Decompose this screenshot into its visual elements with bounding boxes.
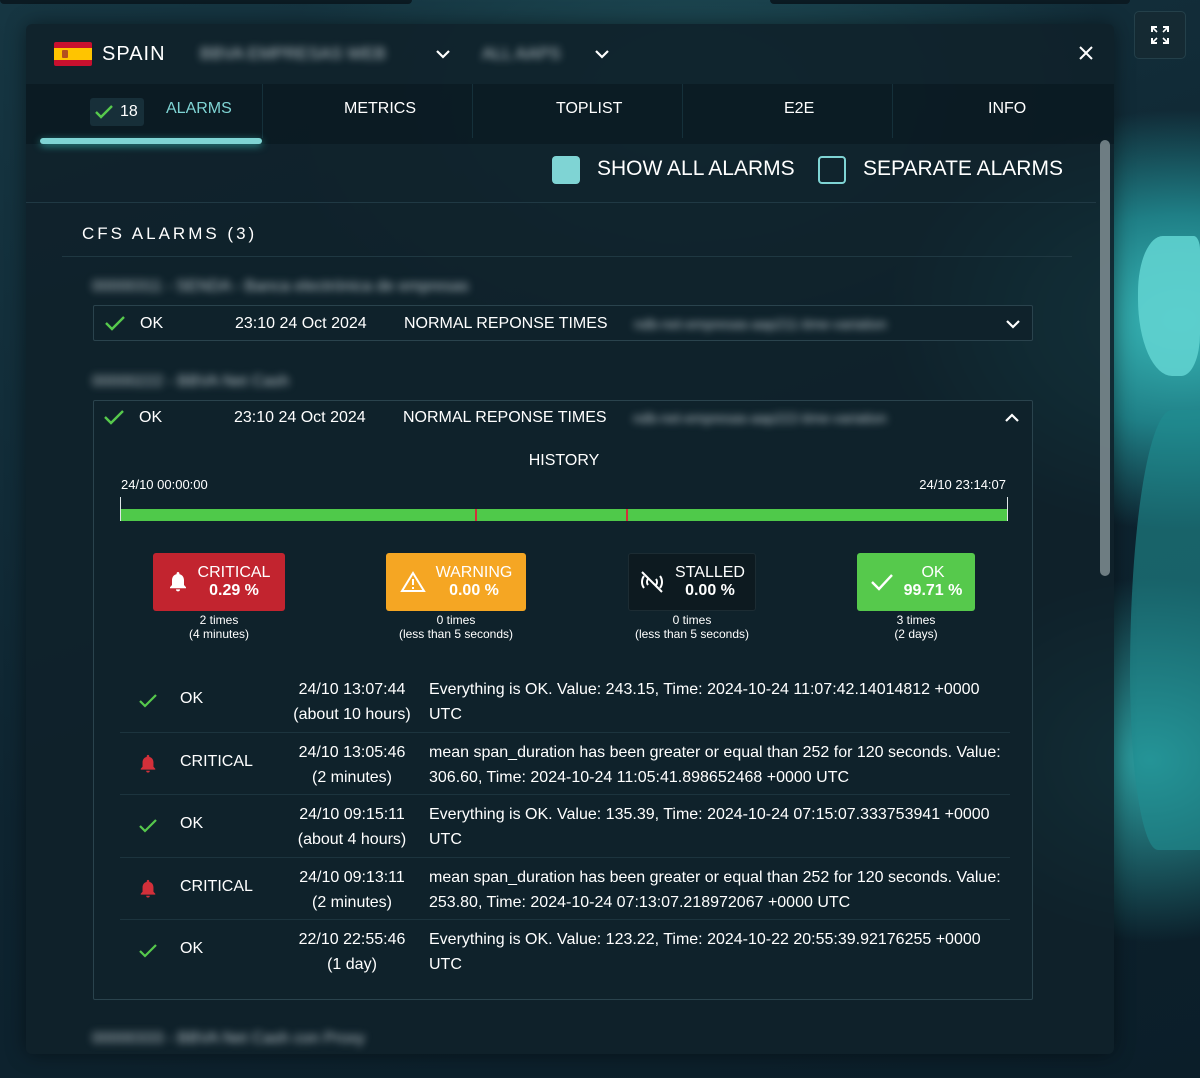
alarm-name: NORMAL REPONSE TIMES xyxy=(404,315,608,332)
app-selector[interactable]: ALL AAPS xyxy=(482,44,561,64)
group-name: 00000333 - BBVA Net Cash con Proxy xyxy=(92,1030,365,1047)
bell-icon xyxy=(140,879,156,898)
separate-alarms-label: SEPARATE ALARMS xyxy=(863,157,1063,180)
stat-warning: WARNING 0.00 % 0 times (less than 5 second… xyxy=(386,553,526,641)
warning-icon xyxy=(399,571,426,592)
stat-critical: CRITICAL 0.29 % 2 times (4 minutes) xyxy=(153,553,285,641)
alarm-row[interactable]: OK 23:10 24 Oct 2024 NORMAL REPONSE TIME… xyxy=(93,305,1033,341)
stat-ok: OK 99.71 % 3 times (2 days) xyxy=(857,553,975,641)
fullscreen-button[interactable] xyxy=(1135,12,1185,58)
tab-alarms[interactable]: ALARMS xyxy=(166,100,232,118)
chevron-down-icon[interactable] xyxy=(433,44,453,64)
expanded-alarm-panel: OK 23:10 24 Oct 2024 NORMAL REPONSE TIME… xyxy=(93,400,1033,1000)
alarms-modal: SPAIN BBVA EMPRESAS WEB ALL AAPS 18 ALAR… xyxy=(26,24,1114,1054)
tab-metrics[interactable]: METRICS xyxy=(344,100,416,118)
expand-icon xyxy=(1151,26,1169,44)
chevron-down-icon[interactable] xyxy=(592,44,612,64)
timeline-start: 24/10 00:00:00 xyxy=(121,477,208,492)
history-entry: CRITICAL 24/10 09:13:11 (2 minutes) mean … xyxy=(120,857,1010,919)
scrollbar-thumb[interactable] xyxy=(1100,140,1110,576)
timeline-critical-mark xyxy=(475,509,478,521)
stat-box: OK 99.71 % xyxy=(857,553,975,611)
stat-stalled: STALLED 0.00 % 0 times (less than 5 second… xyxy=(628,553,756,641)
spain-flag-icon xyxy=(54,42,92,66)
history-timeline[interactable] xyxy=(120,497,1008,521)
alarm-name: NORMAL REPONSE TIMES xyxy=(403,409,607,426)
history-title: HISTORY xyxy=(528,452,600,469)
alarm-date: 23:10 24 Oct 2024 xyxy=(235,315,367,332)
tab-e2e[interactable]: E2E xyxy=(784,100,814,118)
stat-box: WARNING 0.00 % xyxy=(386,553,526,611)
show-all-alarms-checkbox[interactable] xyxy=(552,156,580,184)
modal-header: SPAIN BBVA EMPRESAS WEB ALL AAPS xyxy=(26,24,1114,84)
chevron-up-icon[interactable] xyxy=(1003,409,1021,427)
alarm-options: SHOW ALL ALARMS SEPARATE ALARMS xyxy=(26,144,1096,203)
alarm-status: OK xyxy=(139,409,163,426)
check-icon xyxy=(95,105,113,119)
tab-bar: 18 ALARMS METRICS TOPLIST E2E INFO xyxy=(26,84,1114,144)
section-title: CFS ALARMS (3) xyxy=(82,224,258,243)
check-icon xyxy=(870,574,893,591)
tab-toplist[interactable]: TOPLIST xyxy=(556,100,622,118)
alarm-row[interactable]: OK 23:10 24 Oct 2024 NORMAL REPONSE TIME… xyxy=(93,400,1033,436)
bell-icon xyxy=(140,754,156,773)
close-icon[interactable] xyxy=(1074,41,1098,65)
show-all-alarms-label: SHOW ALL ALARMS xyxy=(597,157,795,180)
alarms-count-badge: 18 xyxy=(90,98,144,126)
no-signal-icon xyxy=(641,571,663,593)
history-entry: OK 24/10 13:07:44 (about 10 hours) Everyt… xyxy=(120,669,1010,731)
history-entry: OK 22/10 22:55:46 (1 day) Everything is O… xyxy=(120,919,1010,981)
history-entry: OK 24/10 09:15:11 (about 4 hours) Everyth… xyxy=(120,794,1010,856)
alarm-metric: ndb-net-empresas-aap211-time-variation xyxy=(634,316,887,332)
alarm-date: 23:10 24 Oct 2024 xyxy=(234,409,366,426)
tab-info[interactable]: INFO xyxy=(988,100,1026,118)
top-edge xyxy=(0,0,1200,22)
alarm-metric: ndb-net-empresas-aap222-time-variation xyxy=(633,410,887,426)
country-name: SPAIN xyxy=(102,43,166,65)
stat-box: CRITICAL 0.29 % xyxy=(153,553,285,611)
group-name: 00000222 - BBVA Net Cash xyxy=(92,373,290,390)
service-selector[interactable]: BBVA EMPRESAS WEB xyxy=(200,44,386,64)
chevron-down-icon[interactable] xyxy=(1004,315,1022,333)
separate-alarms-checkbox[interactable] xyxy=(818,156,846,184)
check-icon xyxy=(104,410,124,425)
timeline-critical-mark xyxy=(626,509,629,521)
alarm-status: OK xyxy=(140,315,164,332)
check-icon xyxy=(139,694,157,708)
group-name: 00000311 - SENDA - Banca electrónica de … xyxy=(92,278,469,295)
bell-icon xyxy=(169,572,186,592)
check-icon xyxy=(139,944,157,958)
check-icon xyxy=(105,316,125,331)
history-entry: CRITICAL 24/10 13:05:46 (2 minutes) mean … xyxy=(120,732,1010,794)
check-icon xyxy=(139,819,157,833)
divider xyxy=(62,256,1072,257)
stat-box: STALLED 0.00 % xyxy=(628,553,756,611)
timeline-end: 24/10 23:14:07 xyxy=(919,477,1006,492)
